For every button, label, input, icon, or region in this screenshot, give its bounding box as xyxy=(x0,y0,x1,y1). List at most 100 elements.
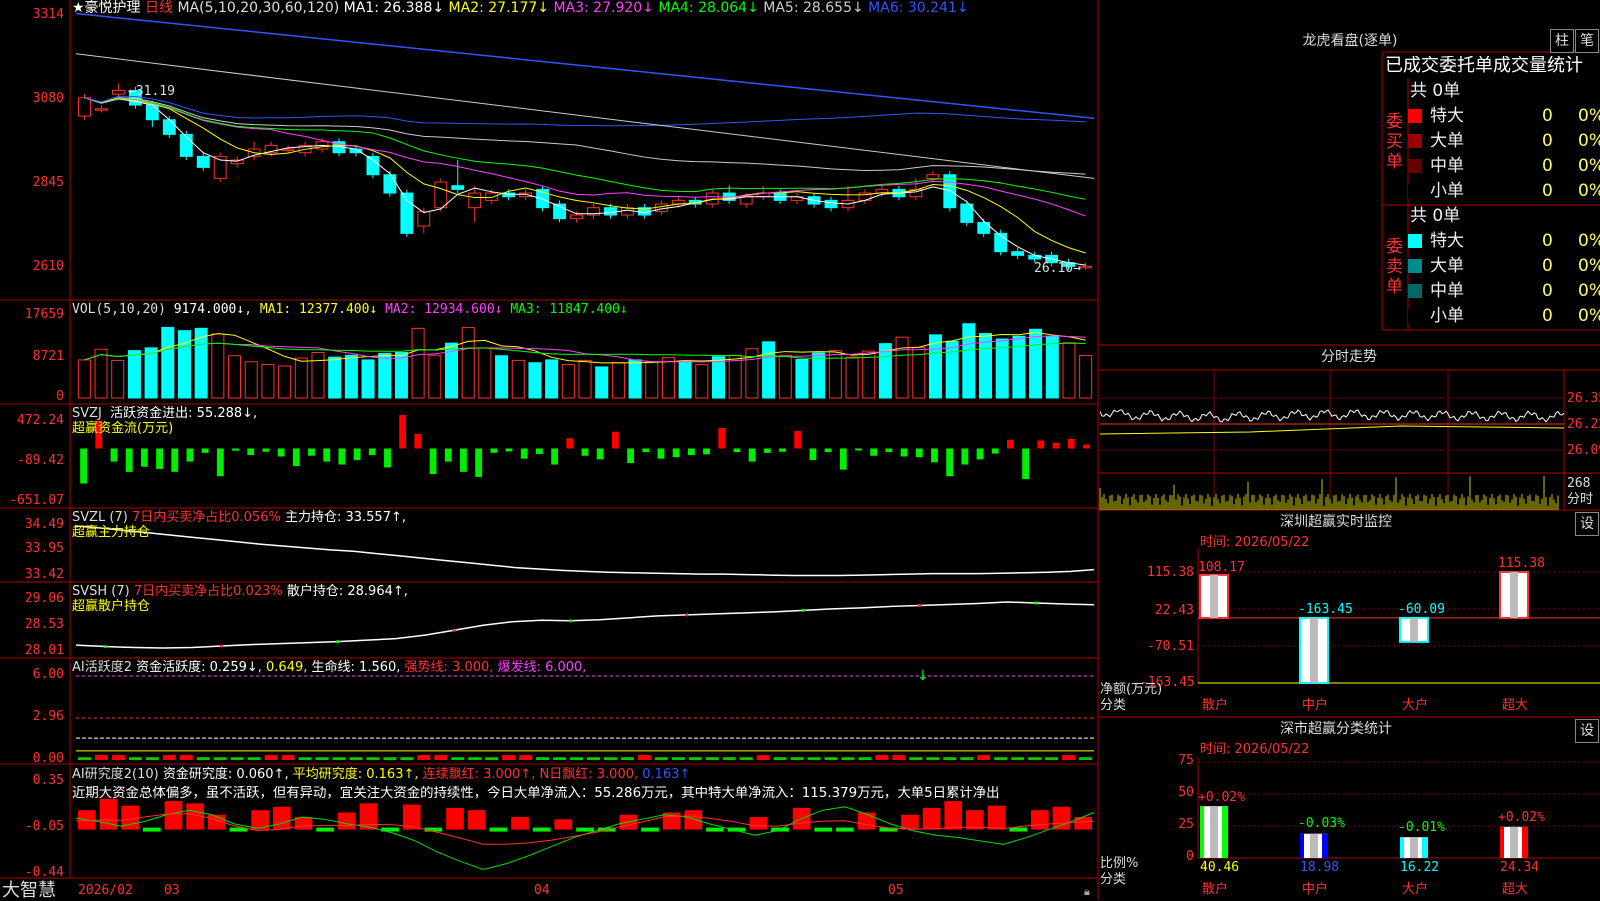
buy-row-2[interactable]: 中单 0 0% xyxy=(1408,154,1600,178)
stock-name[interactable]: ★豪悦护理 xyxy=(72,0,141,16)
svzj-bar xyxy=(535,448,543,454)
activity-bar xyxy=(807,757,821,760)
sell-row-2[interactable]: 中单 0 0% xyxy=(1408,279,1600,303)
buy-label: 特大 xyxy=(1430,106,1464,126)
activity-bar xyxy=(756,755,770,760)
ma-label-1: MA1: 26.388↓ xyxy=(343,0,449,16)
volume-bar xyxy=(962,323,976,399)
date-label-3: 05 xyxy=(888,883,904,898)
sz-monitor-time: 时间: 2026/05/22 xyxy=(1200,535,1310,550)
research-bar xyxy=(857,812,876,830)
sell-row-3[interactable]: 小单 0 0% xyxy=(1408,304,1600,328)
main-axis-1: 3080 xyxy=(32,91,64,106)
monitor-cat-2: 大户 xyxy=(1402,698,1429,713)
svzj-axis-0: 472.24 xyxy=(17,413,64,428)
buy-row-1[interactable]: 大单 0 0% xyxy=(1408,129,1600,153)
vol-ma-label-1: MA1: 12377.400↓ xyxy=(259,302,386,317)
svzj-bar xyxy=(1082,444,1090,449)
candle-body xyxy=(281,148,295,152)
volume-bar xyxy=(528,362,542,399)
chart-canvas[interactable]: ↓ xyxy=(0,0,1600,900)
svsh-marker xyxy=(1034,601,1038,605)
sz-monitor-axis-2: -70.51 xyxy=(1147,639,1194,654)
svzj-bar xyxy=(581,448,589,456)
period-label[interactable]: 日线 xyxy=(145,0,173,16)
buy-label: 大单 xyxy=(1430,131,1464,151)
svzj-bar xyxy=(505,448,513,452)
vol-title: VOL(5,10,20) xyxy=(72,302,166,317)
activity-bar xyxy=(434,755,448,760)
buy-color-swatch xyxy=(1408,159,1422,173)
svzj-bar xyxy=(611,431,619,449)
sz-category-cat-label: 分类 xyxy=(1100,872,1127,887)
tick-mode-button[interactable]: 笔 xyxy=(1575,29,1599,53)
volume-bar xyxy=(862,350,876,399)
svzj-bar xyxy=(870,448,878,456)
svzl-axis-0: 34.49 xyxy=(24,517,64,532)
ma-lines xyxy=(75,12,1095,266)
brand-label[interactable]: 大智慧 xyxy=(2,881,56,900)
activity-bar xyxy=(1062,755,1076,760)
activity-bar xyxy=(705,757,719,760)
svsh-marker xyxy=(219,644,224,648)
volume-bar xyxy=(1079,354,1093,399)
research-bar xyxy=(489,827,508,832)
svzj-bar xyxy=(718,428,726,449)
bar-mode-button[interactable]: 柱 xyxy=(1550,29,1574,53)
monitor-bars xyxy=(1198,571,1600,685)
vol-axis-0: 17659 xyxy=(24,307,64,322)
main-axis-0: 3314 xyxy=(32,7,64,22)
svsh-marker xyxy=(103,644,107,649)
svzj-bar xyxy=(201,448,209,453)
buy-row-0[interactable]: 特大 0 0% xyxy=(1408,104,1600,128)
svzl-title: SVZL (7) xyxy=(72,510,128,525)
svzj-title: SVZJ xyxy=(72,406,102,421)
svzj-bar xyxy=(794,430,802,449)
research-bar xyxy=(922,807,941,830)
svsh-title: SVSH (7) xyxy=(72,584,130,599)
svzl-hold: 主力持仓: 33.557↑, xyxy=(284,510,406,525)
activity-bar xyxy=(162,755,176,760)
svzj-bar xyxy=(566,438,574,449)
monitor-bar-shade xyxy=(1510,572,1518,618)
monitor-value-0: 108.17 xyxy=(1198,560,1245,575)
sell-row-0[interactable]: 特大 0 0% xyxy=(1408,229,1600,253)
svzj-bar xyxy=(627,448,635,464)
activity-bar xyxy=(78,757,91,760)
svzj-subtitle: 超赢资金流(万元) xyxy=(72,421,174,436)
monitor-cat-3: 超大 xyxy=(1502,698,1529,713)
sz-monitor-settings-button[interactable]: 设 xyxy=(1575,512,1599,536)
candle-body xyxy=(1079,265,1092,269)
monitor-bar-shade xyxy=(1210,574,1218,618)
activity-bar xyxy=(349,757,363,760)
volume-bar xyxy=(328,356,342,399)
activity-bar xyxy=(603,757,617,760)
svzj-bar xyxy=(779,448,786,452)
volume-bar xyxy=(495,355,509,399)
svsh-marker xyxy=(568,619,573,623)
svzj-bar xyxy=(703,448,710,455)
ai-research-red: 连续飘红: 3.000↑, xyxy=(422,767,536,782)
svzj-bar xyxy=(323,448,331,462)
activity-bar xyxy=(587,757,600,760)
category-bottom-1: 18.98 xyxy=(1300,860,1340,875)
lock-icon[interactable]: 🔒︎ xyxy=(1084,884,1090,900)
activity-bar xyxy=(570,757,583,760)
sz-monitor-title: 深圳超赢实时监控 xyxy=(1280,514,1392,530)
candle-body xyxy=(95,108,108,111)
activity-bar xyxy=(790,757,804,760)
volume-bar xyxy=(1029,328,1043,399)
activity-bar xyxy=(858,757,872,760)
buy-row-3[interactable]: 小单 0 0% xyxy=(1408,179,1600,203)
buy-color-swatch xyxy=(1408,184,1422,198)
svzj-label: 活跃资金进出: 55.288↓, xyxy=(110,406,258,421)
research-bar xyxy=(684,810,703,830)
sell-label: 特大 xyxy=(1430,231,1464,251)
sell-row-1[interactable]: 大单 0 0% xyxy=(1408,254,1600,278)
volume-bar xyxy=(177,330,191,399)
svsh-axis-1: 28.53 xyxy=(24,617,64,632)
sz-category-settings-button[interactable]: 设 xyxy=(1575,719,1599,743)
svzj-bar xyxy=(186,448,194,462)
volume-bar xyxy=(294,357,308,399)
category-bar-accent xyxy=(1222,806,1228,858)
